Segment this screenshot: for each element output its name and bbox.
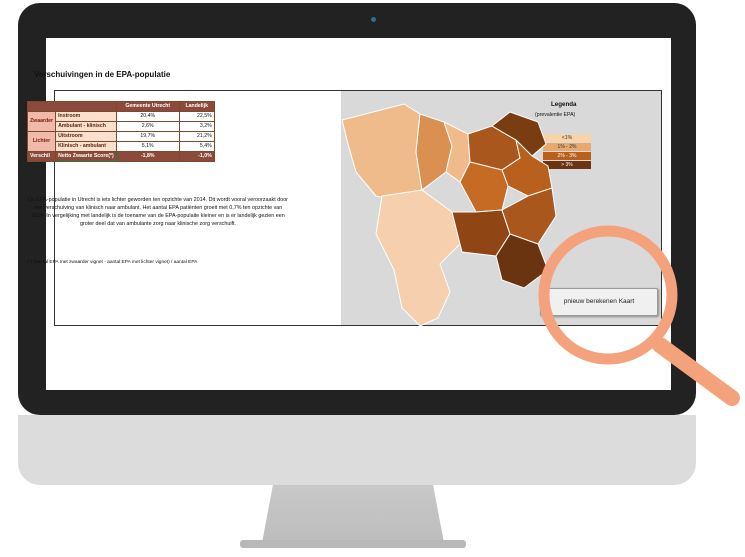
- magnifier-icon: [538, 225, 740, 406]
